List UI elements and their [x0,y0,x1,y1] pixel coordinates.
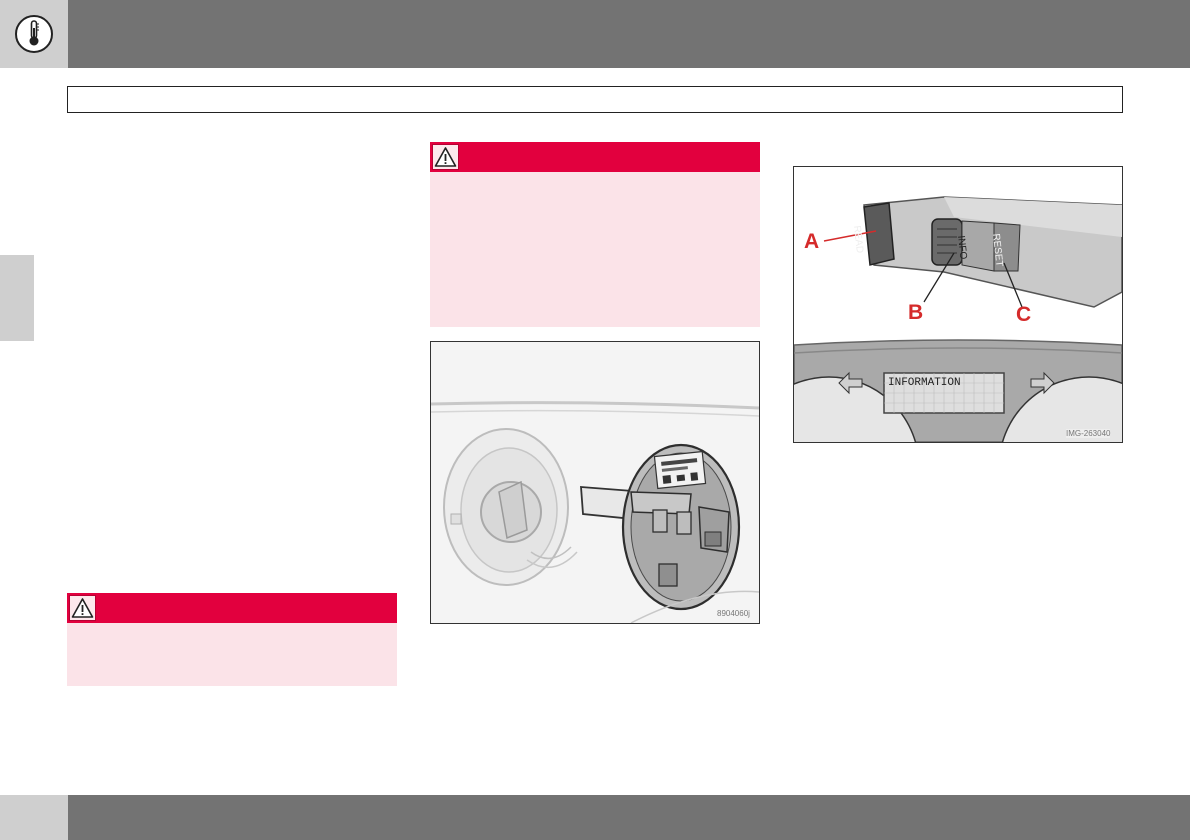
warning-header [430,142,760,172]
info-label: INFO [955,235,969,260]
section-header-box [67,86,1123,113]
figure-code: 8904060j [717,609,750,618]
warning-body [67,623,397,686]
bottom-band [0,795,1190,840]
callout-a: A [804,230,820,253]
top-band [0,0,1190,68]
callout-b: B [908,301,924,324]
fuel-flap-illustration: 8904060j [430,341,760,624]
callout-c: C [1016,303,1032,326]
warning-triangle-icon [69,595,96,621]
stalk-illustration: A B C READ INFO RESET INFORMATION IMG-26… [793,166,1123,443]
warning-triangle-icon [432,144,459,170]
fuel-flap-drawing [431,401,759,623]
display-text: INFORMATION [888,377,961,389]
warning-box-left [67,593,397,686]
chapter-side-tab [0,255,34,341]
stalk-drawing [794,196,1122,442]
figure-code: IMG-263040 [1066,429,1111,438]
warning-box-middle [430,142,760,327]
thermometer-icon [15,15,53,53]
warning-header [67,593,397,623]
warning-body [430,172,760,327]
page-number-tab [0,795,68,840]
chapter-icon-box [0,0,68,68]
